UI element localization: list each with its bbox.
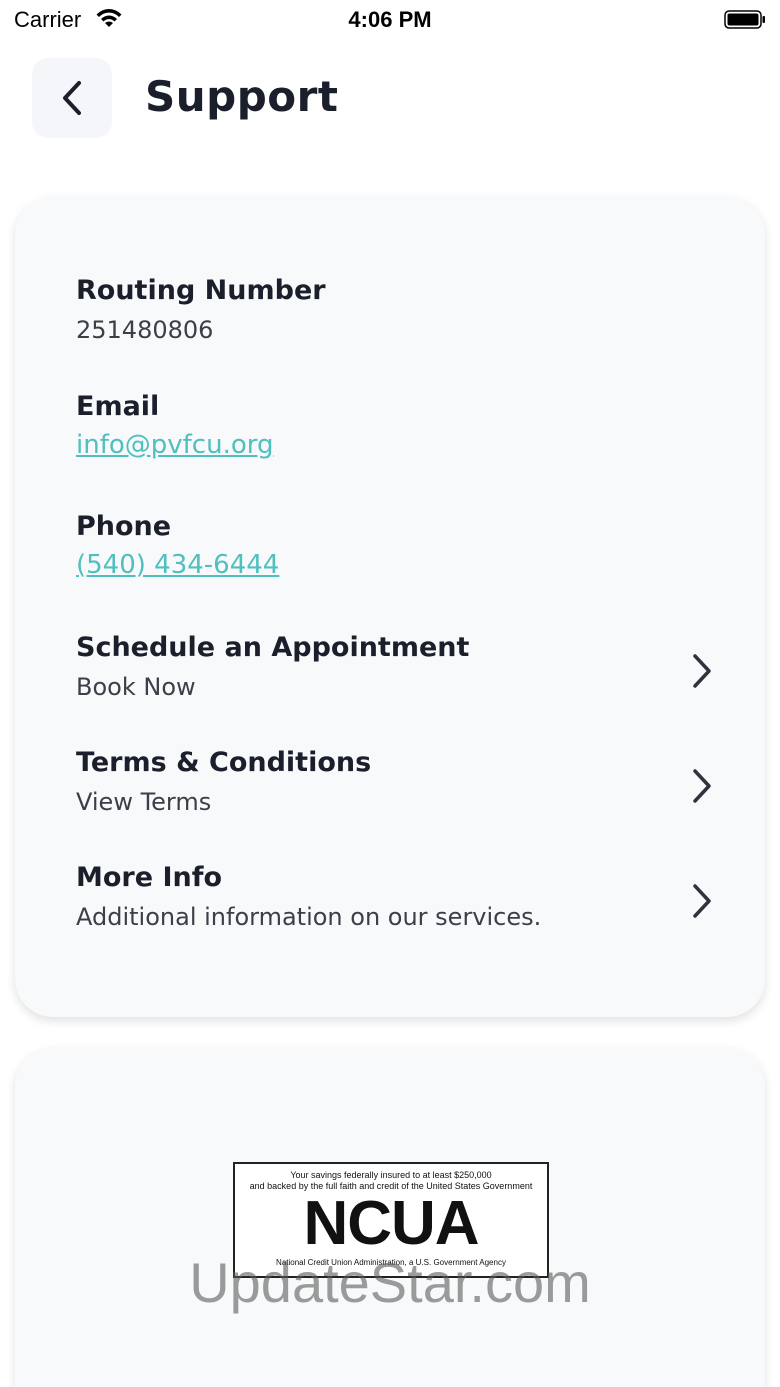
chevron-left-icon [63,81,81,115]
schedule-appointment-subtitle: Book Now [76,673,196,701]
email-link[interactable]: info@pvfcu.org [76,430,715,460]
watermark: UpdateStar.com [189,1251,591,1314]
ncua-card: Your savings federally insured to at lea… [15,1048,765,1387]
more-info-title: More Info [76,862,223,893]
terms-conditions-row[interactable]: Terms & Conditions View Terms [76,747,715,816]
chevron-right-icon [693,769,711,803]
more-info-subtitle: Additional information on our services. [76,903,542,931]
email-row: Email info@pvfcu.org [76,391,715,460]
ncua-logo: NCUA [303,1189,479,1258]
status-bar: Carrier 4:06 PM [0,0,780,40]
schedule-appointment-row[interactable]: Schedule an Appointment Book Now [76,632,715,701]
routing-number-label: Routing Number [76,275,326,306]
phone-row: Phone (540) 434-6444 [76,511,715,580]
more-info-row[interactable]: More Info Additional information on our … [76,862,715,931]
chevron-right-icon [693,884,711,918]
support-info-card: Routing Number 251480806 Email info@pvfc… [15,197,765,1017]
ncua-line-1: Your savings federally insured to at lea… [290,1170,492,1180]
terms-conditions-title: Terms & Conditions [76,747,372,778]
schedule-appointment-title: Schedule an Appointment [76,632,470,663]
phone-label: Phone [76,511,172,542]
battery-icon [724,10,765,29]
chevron-right-icon [693,654,711,688]
routing-number-value: 251480806 [76,316,214,344]
phone-link[interactable]: (540) 434-6444 [76,550,715,580]
email-label: Email [76,391,160,422]
terms-conditions-subtitle: View Terms [76,788,212,816]
status-time: 4:06 PM [348,7,432,32]
page-title: Support [145,72,339,121]
back-button[interactable] [32,58,112,138]
routing-number-row: Routing Number 251480806 [76,275,715,344]
